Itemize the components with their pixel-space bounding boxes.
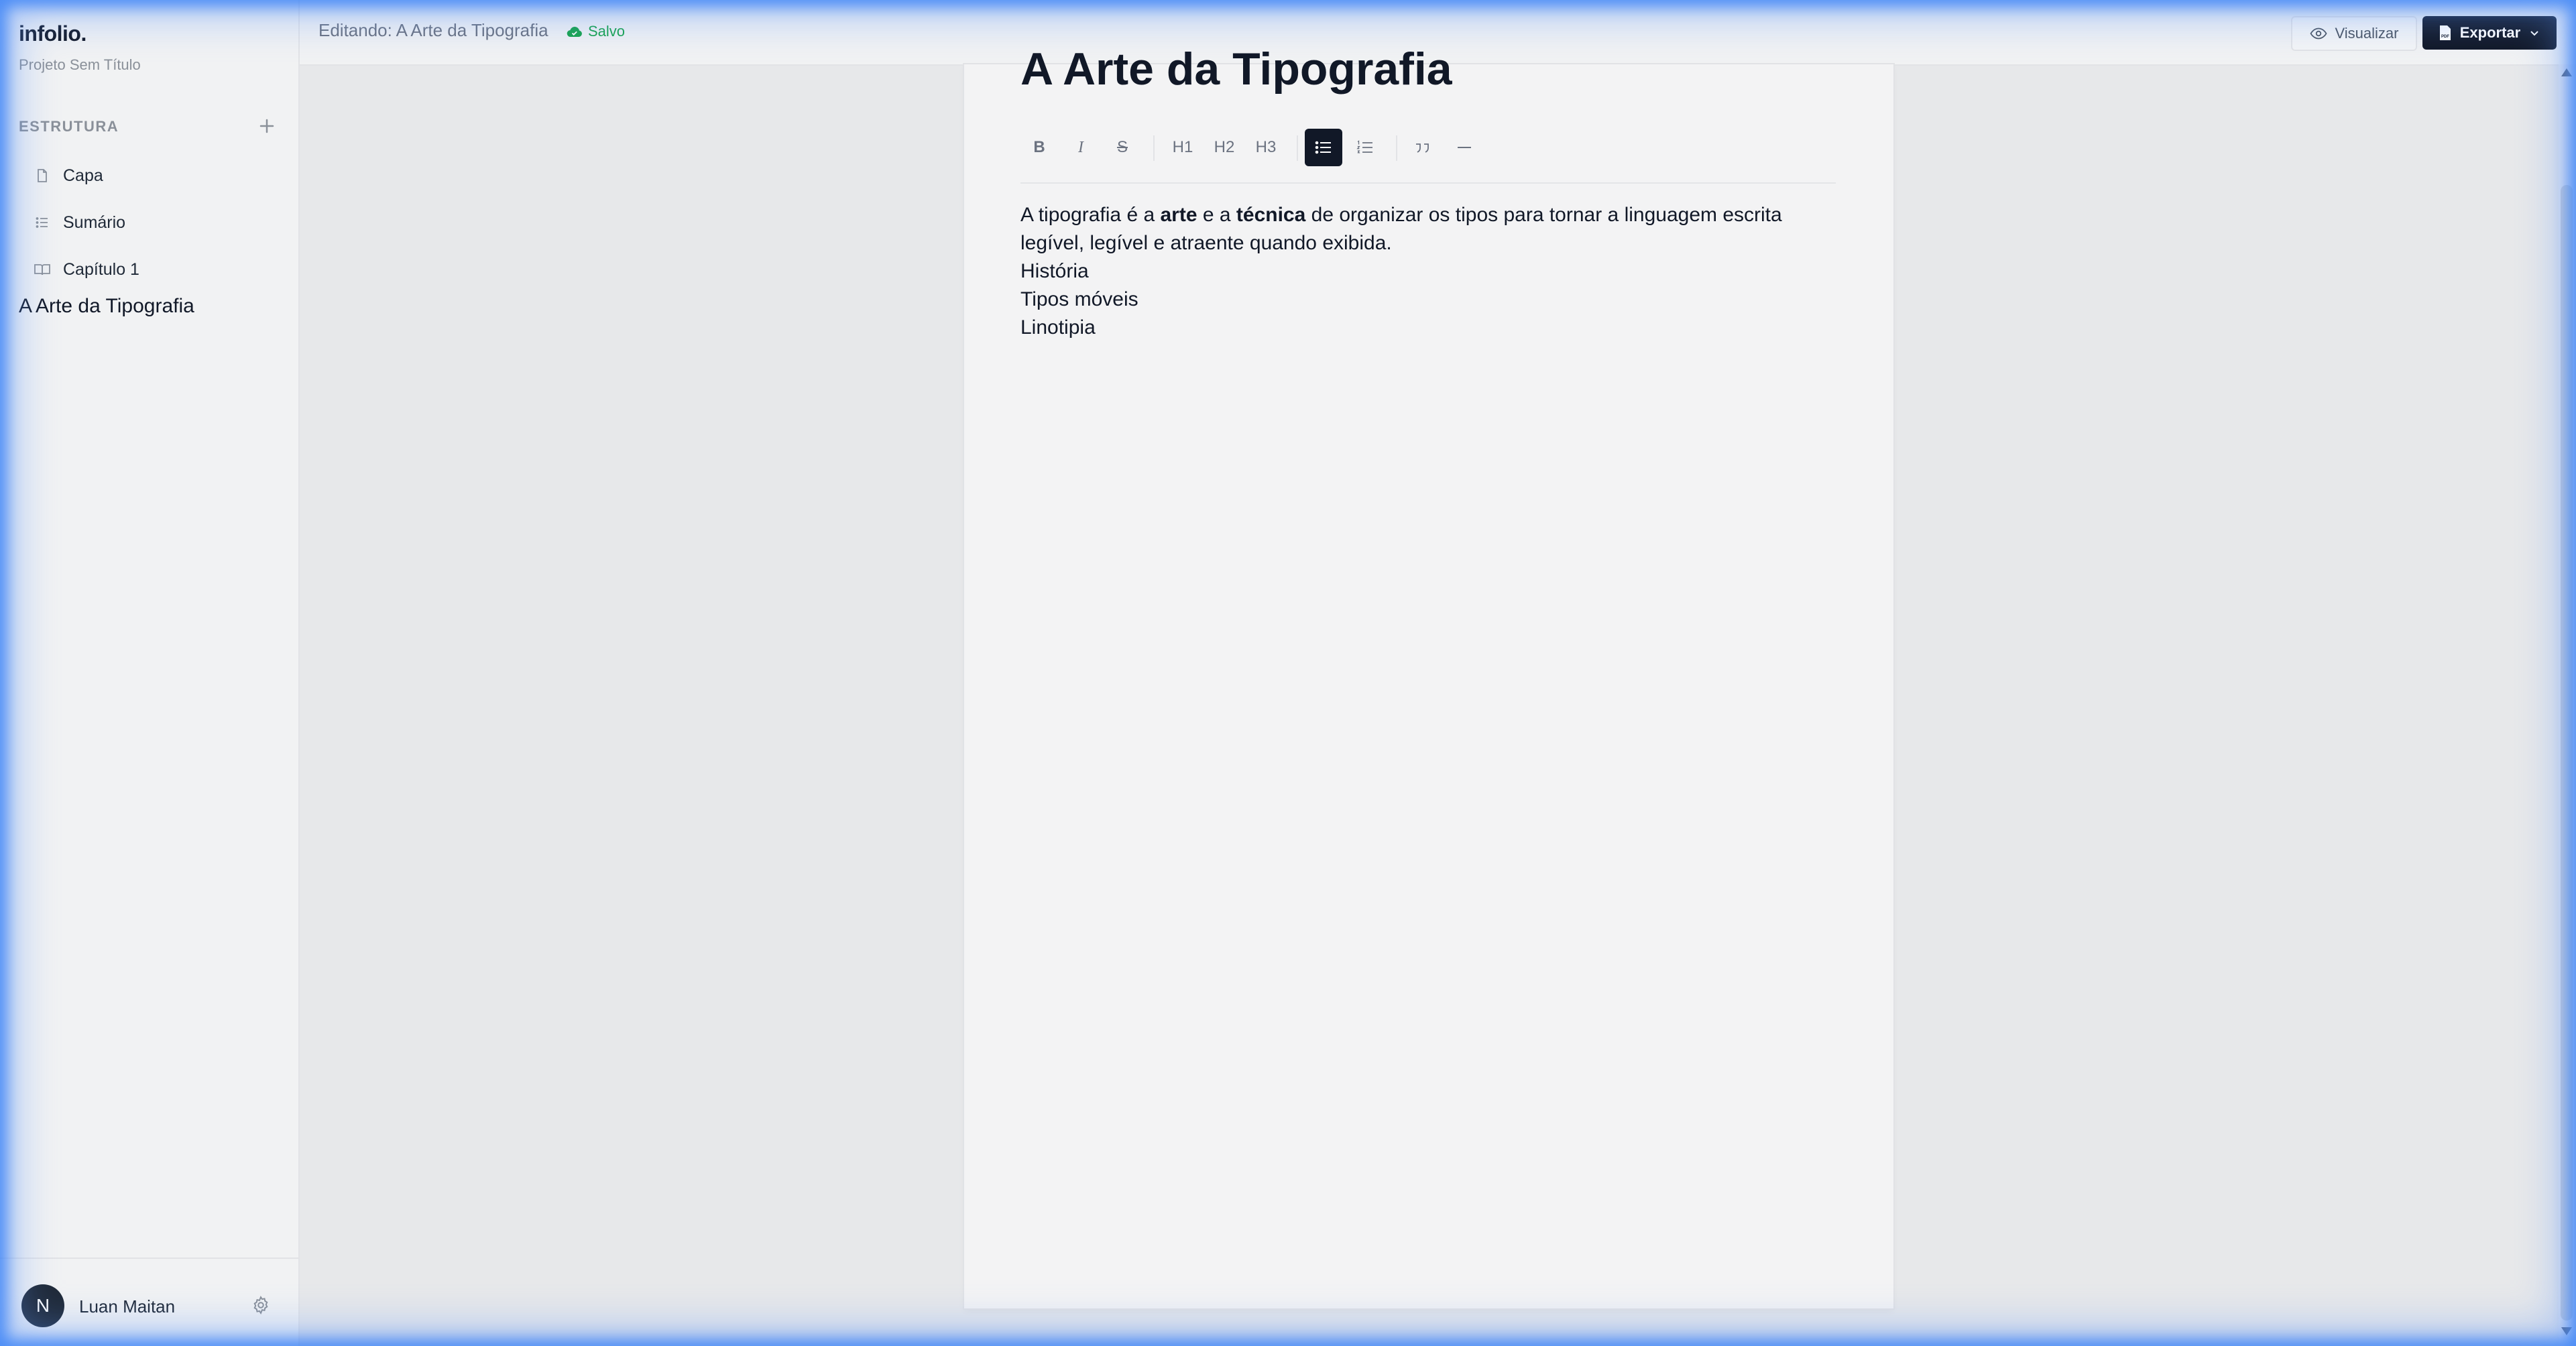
italic-icon: I xyxy=(1078,138,1084,156)
heading-2-icon: H2 xyxy=(1214,138,1235,156)
preview-button[interactable]: Visualizar xyxy=(2291,16,2417,51)
document-title[interactable]: A Arte da Tipografia xyxy=(1020,43,1452,95)
sidebar-item-capitulo-1[interactable]: Capítulo 1 xyxy=(19,251,280,288)
body-line: Linotipia xyxy=(1020,316,1096,339)
settings-button[interactable] xyxy=(251,1295,271,1315)
sidebar-item-sumario[interactable]: Sumário xyxy=(19,204,280,241)
add-section-button[interactable] xyxy=(253,113,280,139)
paragraph: A tipografia é a arte e a técnica de org… xyxy=(1020,204,1782,254)
saved-status: Salvo xyxy=(567,23,625,40)
user-name: Luan Maitan xyxy=(79,1296,176,1317)
bullet-list-icon xyxy=(1315,141,1331,154)
preview-label: Visualizar xyxy=(2335,25,2399,42)
document-body[interactable]: A tipografia é a arte e a técnica de org… xyxy=(1020,201,1838,342)
scroll-up-arrow[interactable] xyxy=(2561,68,2572,76)
user-footer: N Luan Maitan xyxy=(0,1258,298,1346)
scrollbar-thumb[interactable] xyxy=(2561,185,2573,1321)
bold-button[interactable]: B xyxy=(1020,129,1058,166)
heading-3-button[interactable]: H3 xyxy=(1247,129,1285,166)
numbered-list-icon xyxy=(1356,140,1372,154)
heading-1-button[interactable]: H1 xyxy=(1164,129,1202,166)
cloud-check-icon xyxy=(567,26,582,38)
scroll-down-arrow[interactable] xyxy=(2561,1327,2572,1335)
sidebar-item-capa[interactable]: Capa xyxy=(19,157,280,194)
export-label: Exportar xyxy=(2459,24,2521,41)
plus-icon xyxy=(259,119,274,133)
format-toolbar: B I S H1 H2 H3 xyxy=(1020,122,1836,184)
sidebar-item-label: Sumário xyxy=(63,212,126,232)
numbered-list-button[interactable] xyxy=(1346,129,1384,166)
body-line: Tipos móveis xyxy=(1020,288,1138,310)
horizontal-rule-button[interactable] xyxy=(1446,129,1483,166)
editing-status: Editando: A Arte da Tipografia xyxy=(318,20,548,40)
sidebar-item-label: Capítulo 1 xyxy=(63,259,139,279)
heading-1-icon: H1 xyxy=(1172,138,1193,156)
eye-icon xyxy=(2309,27,2327,40)
sidebar: infolio. Projeto Sem Título ESTRUTURA Ca… xyxy=(0,0,300,1346)
horizontal-rule-icon xyxy=(1458,147,1471,148)
list-icon xyxy=(34,214,51,231)
sidebar-current-doc[interactable]: A Arte da Tipografia xyxy=(19,295,194,318)
export-button[interactable]: PDF Exportar xyxy=(2422,16,2557,50)
app-window: infolio. Projeto Sem Título ESTRUTURA Ca… xyxy=(0,0,2576,1346)
quote-icon xyxy=(1416,143,1429,153)
bold-icon: B xyxy=(1033,138,1045,156)
italic-button[interactable]: I xyxy=(1062,129,1100,166)
toolbar-divider xyxy=(1396,135,1397,161)
strikethrough-icon: S xyxy=(1116,138,1128,156)
avatar[interactable]: N xyxy=(21,1284,64,1327)
svg-text:PDF: PDF xyxy=(2441,35,2449,39)
toolbar-divider xyxy=(1297,135,1298,161)
editor-page: A Arte da Tipografia B I S H1 H2 H3 A ti… xyxy=(964,44,1893,1308)
chevron-down-icon xyxy=(2530,31,2538,36)
heading-2-button[interactable]: H2 xyxy=(1206,129,1243,166)
strikethrough-button[interactable]: S xyxy=(1104,129,1141,166)
saved-label: Salvo xyxy=(588,23,626,40)
sidebar-item-label: Capa xyxy=(63,166,103,185)
app-logo[interactable]: infolio. xyxy=(19,21,86,46)
project-name[interactable]: Projeto Sem Título xyxy=(19,56,141,74)
book-icon xyxy=(34,261,51,278)
structure-header: ESTRUTURA xyxy=(19,118,119,135)
bullet-list-button[interactable] xyxy=(1305,129,1342,166)
toolbar-divider xyxy=(1153,135,1155,161)
body-line: História xyxy=(1020,260,1089,282)
blockquote-button[interactable] xyxy=(1404,129,1442,166)
heading-3-icon: H3 xyxy=(1255,138,1277,156)
pdf-file-icon: PDF xyxy=(2439,25,2451,40)
gear-icon xyxy=(253,1296,268,1314)
file-icon xyxy=(34,167,51,184)
